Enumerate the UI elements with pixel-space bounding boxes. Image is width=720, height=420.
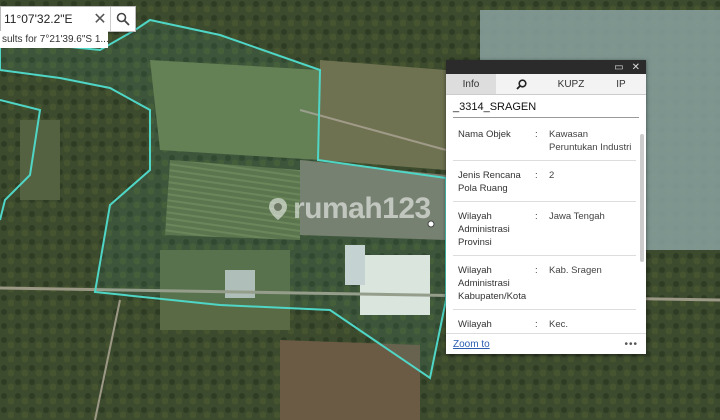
search-button[interactable] xyxy=(110,7,135,31)
attribute-key: Wilayah xyxy=(458,319,492,330)
close-icon[interactable]: ✕ xyxy=(632,62,640,73)
zoom-to-link[interactable]: Zoom to xyxy=(453,339,490,350)
tab-kupz[interactable]: KUPZ xyxy=(546,74,596,94)
tab-info[interactable]: Info xyxy=(446,74,496,94)
close-icon[interactable]: ✕ xyxy=(90,9,110,29)
popup-title: _3314_SRAGEN xyxy=(453,95,639,118)
attribute-value: 2 xyxy=(549,170,555,181)
feature-info-popup: ▭ ✕ Info KUPZ IP _3314_SRAGEN Nama Objek… xyxy=(446,60,646,354)
attribute-key: Wilayah Administrasi Provinsi xyxy=(458,211,510,248)
search-icon xyxy=(116,12,130,26)
coordinate-search-box: 11°07'32.2"E ✕ xyxy=(0,6,136,32)
table-row: Wilayah Administrasi Kabupaten/Kota : Ka… xyxy=(453,256,636,310)
separator: : xyxy=(535,265,538,276)
attribute-value: Kab. Sragen xyxy=(549,265,602,276)
table-row: Nama Objek : Kawasan Peruntukan Industri xyxy=(453,120,636,161)
magnifier-icon xyxy=(515,78,527,90)
popup-footer: Zoom to ••• xyxy=(446,333,646,354)
separator: : xyxy=(535,211,538,222)
attribute-table: Nama Objek : Kawasan Peruntukan Industri… xyxy=(453,120,636,332)
table-row: Wilayah Administrasi Provinsi : Jawa Ten… xyxy=(453,202,636,256)
more-options-button[interactable]: ••• xyxy=(624,339,638,350)
attribute-value: Jawa Tengah xyxy=(549,211,605,222)
tab-ip[interactable]: IP xyxy=(596,74,646,94)
attribute-value: Kawasan Peruntukan Industri xyxy=(549,129,632,153)
maximize-icon[interactable]: ▭ xyxy=(614,62,623,73)
search-suggestion[interactable]: sults for 7°21'39.6"S 1... xyxy=(0,31,108,48)
separator: : xyxy=(535,170,538,181)
search-input[interactable]: 11°07'32.2"E xyxy=(1,12,90,26)
attribute-key: Jenis Rencana Pola Ruang xyxy=(458,170,521,194)
separator: : xyxy=(535,129,538,140)
separator: : xyxy=(535,319,538,330)
attribute-key: Nama Objek xyxy=(458,129,511,140)
location-pin-icon xyxy=(269,198,287,220)
attribute-value: Kec. Sambungmacan xyxy=(549,319,569,330)
tab-search[interactable] xyxy=(496,74,546,94)
watermark: rumah123 xyxy=(265,192,431,226)
attribute-key: Wilayah Administrasi Kabupaten/Kota xyxy=(458,265,527,302)
popup-scrollbar[interactable] xyxy=(640,134,644,262)
watermark-text: rumah123 xyxy=(293,192,431,225)
table-row: Jenis Rencana Pola Ruang : 2 xyxy=(453,161,636,202)
popup-header: ▭ ✕ xyxy=(446,60,646,74)
table-row: Wilayah : Kec. Sambungmacan xyxy=(453,310,636,332)
popup-tabs: Info KUPZ IP xyxy=(446,74,646,95)
